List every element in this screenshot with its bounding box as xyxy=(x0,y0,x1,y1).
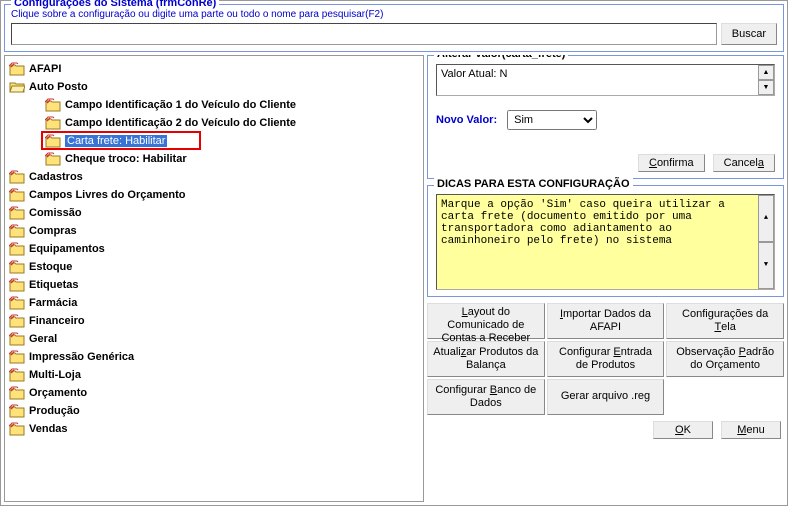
config-banco-button[interactable]: Configurar Banco de Dados xyxy=(427,379,545,415)
search-hint: Clique sobre a configuração ou digite um… xyxy=(11,9,777,20)
config-tree[interactable]: AFAPI Auto Posto Campo Identificação 1 do … xyxy=(4,55,424,502)
search-button[interactable]: Buscar xyxy=(721,23,777,45)
dicas-textarea[interactable]: Marque a opção 'Sim' caso queira utiliza… xyxy=(436,194,775,290)
tree-item[interactable]: Auto Posto xyxy=(7,78,421,96)
tree-item-label: Carta frete: Habilitar xyxy=(65,135,167,147)
tree-item[interactable]: Impressão Genérica xyxy=(7,348,421,366)
folder-closed-icon xyxy=(45,152,61,166)
dicas-group: DICAS PARA ESTA CONFIGURAÇÃO Marque a op… xyxy=(427,185,784,297)
tree-item-label: Estoque xyxy=(29,261,72,273)
tree-item[interactable]: Cheque troco: Habilitar xyxy=(7,150,421,168)
config-entrada-button[interactable]: Configurar Entrada de Produtos xyxy=(547,341,665,377)
folder-closed-icon xyxy=(9,314,25,328)
tree-item-label: Multi-Loja xyxy=(29,369,81,381)
gerar-reg-button[interactable]: Gerar arquivo .reg xyxy=(547,379,665,415)
tree-item-label: Vendas xyxy=(29,423,68,435)
spinner-up-icon[interactable]: ▲ xyxy=(758,65,774,80)
menu-button[interactable]: Menu xyxy=(721,421,781,439)
tree-item-label: Auto Posto xyxy=(29,81,88,93)
spinner-down-icon[interactable]: ▼ xyxy=(758,242,774,289)
tree-item-label: Campos Livres do Orçamento xyxy=(29,189,186,201)
window-title: Configurações do Sistema (frmConRe) xyxy=(11,0,219,9)
tree-item[interactable]: Comissão xyxy=(7,204,421,222)
spinner-down-icon[interactable]: ▼ xyxy=(758,80,774,95)
tree-item[interactable]: Campo Identificação 1 do Veículo do Clie… xyxy=(7,96,421,114)
tree-item-label: Comissão xyxy=(29,207,82,219)
folder-closed-icon xyxy=(9,368,25,382)
folder-closed-icon xyxy=(45,134,61,148)
tree-item[interactable]: Vendas xyxy=(7,420,421,438)
tree-item[interactable]: Produção xyxy=(7,402,421,420)
tree-item-label: Etiquetas xyxy=(29,279,79,291)
cancela-button[interactable]: Cancela xyxy=(713,154,775,172)
folder-closed-icon xyxy=(9,296,25,310)
action-button-grid: Layout do Comunicado de Contas a Receber… xyxy=(427,303,784,415)
alterar-legend: Alterar valor(carta_frete) xyxy=(434,55,568,60)
tree-item-label: Produção xyxy=(29,405,80,417)
valor-atual-box: Valor Atual: N ▲ ▼ xyxy=(436,64,775,96)
tree-item[interactable]: Etiquetas xyxy=(7,276,421,294)
folder-closed-icon xyxy=(45,98,61,112)
dicas-legend: DICAS PARA ESTA CONFIGURAÇÃO xyxy=(434,178,633,190)
folder-closed-icon xyxy=(9,62,25,76)
tree-item[interactable]: Equipamentos xyxy=(7,240,421,258)
tree-item-label: Compras xyxy=(29,225,77,237)
folder-closed-icon xyxy=(9,278,25,292)
ok-button[interactable]: OK xyxy=(653,421,713,439)
folder-closed-icon xyxy=(9,422,25,436)
tree-item[interactable]: Farmácia xyxy=(7,294,421,312)
tree-item-label: AFAPI xyxy=(29,63,61,75)
alterar-valor-group: Alterar valor(carta_frete) Valor Atual: … xyxy=(427,55,784,179)
folder-closed-icon xyxy=(9,386,25,400)
tree-item-label: Financeiro xyxy=(29,315,85,327)
folder-closed-icon xyxy=(9,332,25,346)
tree-item-label: Impressão Genérica xyxy=(29,351,134,363)
confirma-button[interactable]: Confirma xyxy=(638,154,705,172)
tree-item-label: Geral xyxy=(29,333,57,345)
folder-closed-icon xyxy=(9,404,25,418)
tree-item[interactable]: Financeiro xyxy=(7,312,421,330)
observacao-orcamento-button[interactable]: Observação Padrão do Orçamento xyxy=(666,341,784,377)
tree-item[interactable]: AFAPI xyxy=(7,60,421,78)
tree-item-label: Cheque troco: Habilitar xyxy=(65,153,187,165)
tree-item-label: Equipamentos xyxy=(29,243,105,255)
layout-comunicado-button[interactable]: Layout do Comunicado de Contas a Receber xyxy=(427,303,545,339)
tree-item[interactable]: Carta frete: Habilitar xyxy=(7,132,421,150)
folder-closed-icon xyxy=(9,170,25,184)
tree-item[interactable]: Compras xyxy=(7,222,421,240)
tree-item[interactable]: Campos Livres do Orçamento xyxy=(7,186,421,204)
folder-closed-icon xyxy=(9,188,25,202)
folder-closed-icon xyxy=(45,116,61,130)
novo-valor-select[interactable]: Sim xyxy=(507,110,597,130)
search-input[interactable] xyxy=(11,23,717,45)
tree-item[interactable]: Estoque xyxy=(7,258,421,276)
tree-item[interactable]: Cadastros xyxy=(7,168,421,186)
folder-closed-icon xyxy=(9,242,25,256)
tree-item[interactable]: Geral xyxy=(7,330,421,348)
valor-spinner[interactable]: ▲ ▼ xyxy=(758,65,774,95)
search-group: Configurações do Sistema (frmConRe) Cliq… xyxy=(4,4,784,52)
tree-item-label: Farmácia xyxy=(29,297,77,309)
tree-item[interactable]: Multi-Loja xyxy=(7,366,421,384)
tree-item[interactable]: Campo Identificação 2 do Veículo do Clie… xyxy=(7,114,421,132)
tree-item-label: Cadastros xyxy=(29,171,83,183)
tree-item-label: Campo Identificação 1 do Veículo do Clie… xyxy=(65,99,296,111)
spinner-up-icon[interactable]: ▲ xyxy=(758,195,774,242)
atualizar-balanca-button[interactable]: Atualizar Produtos da Balança xyxy=(427,341,545,377)
importar-afapi-button[interactable]: Importar Dados da AFAPI xyxy=(547,303,665,339)
valor-atual-label: Valor Atual: N xyxy=(441,68,507,80)
config-tela-button[interactable]: Configurações da Tela xyxy=(666,303,784,339)
tree-item-label: Orçamento xyxy=(29,387,87,399)
folder-closed-icon xyxy=(9,260,25,274)
folder-closed-icon xyxy=(9,206,25,220)
tree-item-label: Campo Identificação 2 do Veículo do Clie… xyxy=(65,117,296,129)
folder-open-icon xyxy=(9,80,25,94)
novo-valor-label: Novo Valor: xyxy=(436,114,497,126)
tree-item[interactable]: Orçamento xyxy=(7,384,421,402)
dicas-spinner[interactable]: ▲ ▼ xyxy=(758,195,774,289)
folder-closed-icon xyxy=(9,350,25,364)
folder-closed-icon xyxy=(9,224,25,238)
